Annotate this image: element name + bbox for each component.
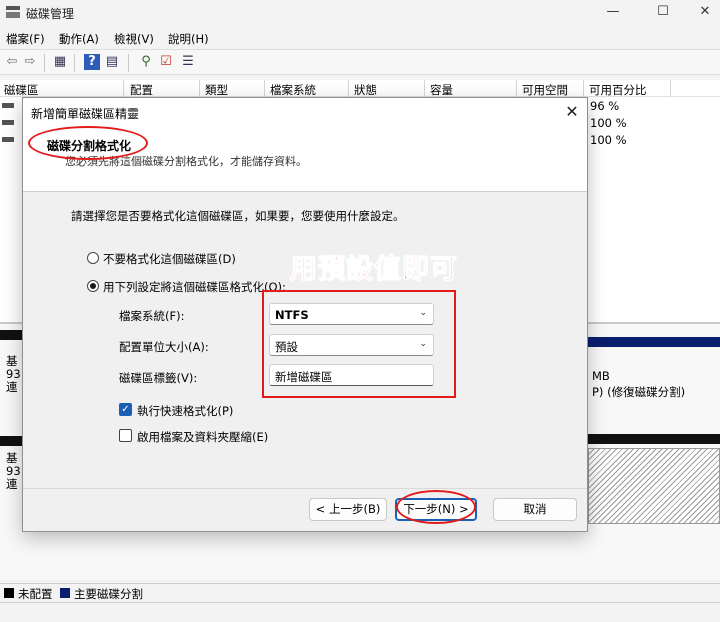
console-tree-icon[interactable]: ▤ xyxy=(104,54,120,70)
partition-info[interactable]: MB P) (修復磁碟分割) xyxy=(592,368,685,400)
column-layout[interactable]: 配置 xyxy=(130,82,153,98)
primary-partition-bar[interactable] xyxy=(588,337,720,347)
annotation-circle-step-title xyxy=(28,126,148,160)
toolbar-separator xyxy=(44,54,45,72)
quick-format-checkbox[interactable]: ✓ xyxy=(119,403,132,416)
connect-icon[interactable]: ⚲ xyxy=(138,54,154,70)
check-icon[interactable]: ☑ xyxy=(158,54,174,70)
menu-action[interactable]: 動作(A) xyxy=(59,31,99,47)
radio-no-format[interactable] xyxy=(87,252,99,264)
disk-0-label[interactable]: 基 93 連 xyxy=(6,355,21,394)
column-volume[interactable]: 磁碟區 xyxy=(4,82,39,98)
option-no-format-label[interactable]: 不要格式化這個磁碟區(D) xyxy=(103,251,236,267)
radio-format[interactable] xyxy=(87,280,99,292)
volume-label-label: 磁碟區標籤(V): xyxy=(119,371,198,385)
close-button[interactable]: ✕ xyxy=(682,0,720,26)
menu-bar: 檔案(F) 動作(A) 檢視(V) 說明(H) xyxy=(0,27,720,49)
forward-arrow-icon[interactable]: ⇨ xyxy=(22,54,38,70)
allocation-unit-label: 配置單位大小(A): xyxy=(119,340,209,354)
window-title: 磁碟管理 xyxy=(26,7,75,21)
back-arrow-icon[interactable]: ⇦ xyxy=(4,54,20,70)
column-capacity[interactable]: 容量 xyxy=(430,82,453,98)
dialog-title: 新增簡單磁碟區精靈 xyxy=(31,107,140,121)
minimize-button[interactable]: — xyxy=(590,0,636,26)
legend-swatch-primary xyxy=(60,588,70,598)
partition-size: MB xyxy=(592,369,610,383)
column-free-space[interactable]: 可用空間 xyxy=(522,82,568,98)
back-button[interactable]: < 上一步(B) xyxy=(309,498,387,521)
dialog-close-icon[interactable]: ✕ xyxy=(561,102,583,121)
title-bar: 磁碟管理 — ☐ ✕ xyxy=(0,0,720,26)
free-percent-cell: 100 % xyxy=(590,116,627,130)
unallocated-bar[interactable] xyxy=(588,434,720,444)
quick-format-label[interactable]: 執行快速格式化(P) xyxy=(137,403,233,419)
dialog-separator xyxy=(23,488,587,489)
properties-icon[interactable]: ▦ xyxy=(52,54,68,70)
disk-bar xyxy=(0,436,22,446)
disk-1-label[interactable]: 基 93 連 xyxy=(6,452,21,491)
legend-unallocated: 未配置 xyxy=(18,587,53,601)
list-icon[interactable]: ☰ xyxy=(180,54,196,70)
drive-icon xyxy=(2,137,14,142)
volume-table-header: 磁碟區 配置 類型 檔案系統 狀態 容量 可用空間 可用百分比 xyxy=(0,80,720,97)
column-filesystem[interactable]: 檔案系統 xyxy=(270,82,316,98)
disk-management-icon xyxy=(6,6,20,18)
legend-primary-partition: 主要磁碟分割 xyxy=(74,587,143,601)
disk-bar xyxy=(0,330,22,340)
menu-help[interactable]: 說明(H) xyxy=(168,31,209,47)
filesystem-label: 檔案系統(F): xyxy=(119,309,185,323)
maximize-button[interactable]: ☐ xyxy=(640,0,686,26)
menu-file[interactable]: 檔案(F) xyxy=(6,31,45,47)
dialog-title-bar: 新增簡單磁碟區精靈 ✕ xyxy=(23,98,587,126)
drive-icon xyxy=(2,103,14,108)
compression-label[interactable]: 啟用檔案及資料夾壓縮(E) xyxy=(137,429,268,445)
column-free-percent[interactable]: 可用百分比 xyxy=(589,82,647,98)
annotation-box-format-settings xyxy=(262,290,456,398)
legend: 未配置 主要磁碟分割 xyxy=(0,583,720,601)
annotation-text: 用預設值即可 xyxy=(290,254,458,286)
toolbar: ⇦ ⇨ ▦ ? ▤ ⚲ ☑ ☰ xyxy=(0,49,720,75)
column-status[interactable]: 狀態 xyxy=(354,82,377,98)
free-percent-cell: 96 % xyxy=(590,99,620,113)
status-bar xyxy=(0,602,720,622)
compression-checkbox[interactable] xyxy=(119,429,132,442)
toolbar-separator xyxy=(128,54,129,72)
free-percent-cell: 100 % xyxy=(590,133,627,147)
annotation-circle-next-button xyxy=(396,490,476,524)
legend-swatch-unallocated xyxy=(4,588,14,598)
unallocated-space[interactable] xyxy=(588,448,720,524)
toolbar-separator xyxy=(74,54,75,72)
format-prompt: 請選擇您是否要格式化這個磁碟區，如果要，您要使用什麼設定。 xyxy=(71,209,405,223)
column-type[interactable]: 類型 xyxy=(205,82,228,98)
help-icon[interactable]: ? xyxy=(84,54,100,70)
option-format-label[interactable]: 用下列設定將這個磁碟區格式化(O): xyxy=(103,279,286,295)
cancel-button[interactable]: 取消 xyxy=(493,498,577,521)
drive-icon xyxy=(2,120,14,125)
partition-status: P) (修復磁碟分割) xyxy=(592,385,686,399)
menu-view[interactable]: 檢視(V) xyxy=(114,31,154,47)
